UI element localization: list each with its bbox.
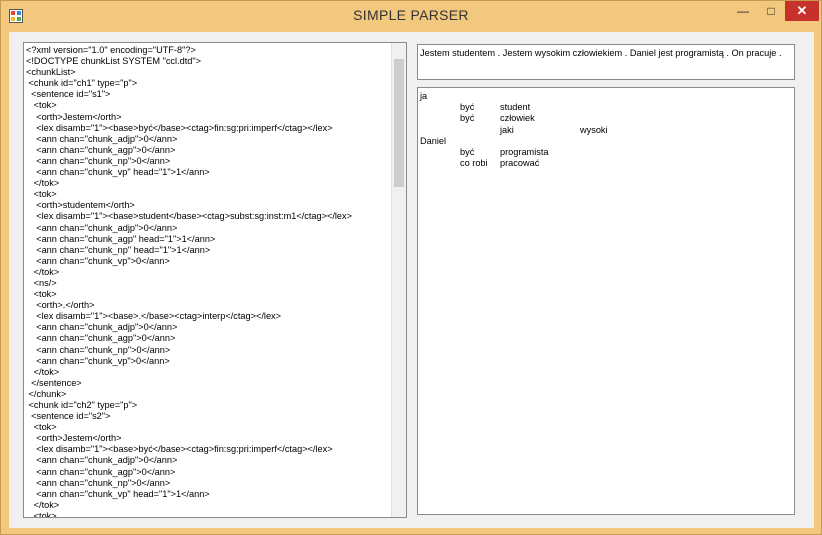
minimize-button[interactable]: — <box>729 1 757 21</box>
xml-line: <tok> <box>26 510 57 518</box>
xml-line: <orth>studentem</orth> <box>26 200 135 211</box>
parse-output-cell: co robi <box>460 158 488 169</box>
xml-line: <ann chan="chunk_adjp">0</ann> <box>26 133 178 144</box>
xml-line: <chunk id="ch1" type="p"> <box>26 78 138 89</box>
xml-line: </tok> <box>26 178 60 189</box>
xml-line: <ann chan="chunk_np">0</ann> <box>26 344 171 355</box>
parse-output-cell: człowiek <box>500 113 535 124</box>
xml-line: <chunk id="ch2" type="p"> <box>26 400 138 410</box>
xml-line: <ann chan="chunk_np">0</ann> <box>26 155 171 166</box>
xml-line: </tok> <box>26 266 60 277</box>
xml-vertical-scrollbar[interactable] <box>391 43 406 517</box>
xml-line: <orth>Jestem</orth> <box>26 433 122 444</box>
xml-line: <ann chan="chunk_vp" head="1">1</ann> <box>26 167 210 178</box>
xml-line: <lex disamb="1"><base>student</base><cta… <box>26 211 353 222</box>
parse-output-cell: być <box>460 102 475 113</box>
xml-line: <tok> <box>26 189 57 200</box>
title-bar[interactable]: SIMPLE PARSER — □ ✕ <box>1 1 821 31</box>
xml-line: <lex disamb="1"><base>być</base><ctag>fi… <box>26 444 333 455</box>
xml-line: <chunkList> <box>26 67 76 78</box>
parse-output-cell: być <box>460 113 475 124</box>
maximize-icon: □ <box>767 4 775 18</box>
app-window: SIMPLE PARSER — □ ✕ <?xml version="1.0" … <box>0 0 822 535</box>
xml-line: <?xml version="1.0" encoding="UTF-8"?> <box>26 45 196 55</box>
xml-line: <ann chan="chunk_adjp">0</ann> <box>26 222 178 233</box>
xml-line: <ann chan="chunk_agp">0</ann> <box>26 466 176 477</box>
parse-output-cell: być <box>460 147 475 157</box>
xml-content: <?xml version="1.0" encoding="UTF-8"?> <!… <box>26 45 386 518</box>
xml-line: </chunk> <box>26 388 67 399</box>
parse-output-cell: Daniel <box>420 135 447 146</box>
scrollbar-thumb[interactable] <box>394 59 404 187</box>
xml-line: <lex disamb="1"><base>być</base><ctag>fi… <box>26 122 333 133</box>
parse-output-cell: student <box>500 102 531 113</box>
xml-line: <ann chan="chunk_adjp">0</ann> <box>26 322 178 333</box>
close-icon: ✕ <box>796 3 808 18</box>
xml-line: <!DOCTYPE chunkList SYSTEM "ccl.dtd"> <box>26 56 202 67</box>
xml-line: <orth>Jestem</orth> <box>26 111 122 122</box>
xml-line: <lex disamb="1"><base>.</base><ctag>inte… <box>26 311 282 322</box>
parse-output-cell: wysoki <box>580 124 608 135</box>
parse-output-cell: jaki <box>500 124 514 135</box>
sentence-textbox[interactable]: Jestem studentem . Jestem wysokim człowi… <box>417 44 795 80</box>
xml-line: <ann chan="chunk_vp">0</ann> <box>26 255 170 266</box>
xml-line: </tok> <box>26 366 60 377</box>
xml-line: <ann chan="chunk_agp">0</ann> <box>26 333 176 344</box>
xml-textbox[interactable]: <?xml version="1.0" encoding="UTF-8"?> <!… <box>23 42 407 518</box>
minimize-icon: — <box>737 4 749 18</box>
window-title: SIMPLE PARSER <box>353 7 469 23</box>
parse-output-textbox[interactable]: ja być student być człowiek jaki wysoki Daniel b… <box>417 87 795 515</box>
xml-line: <ann chan="chunk_vp" head="1">1</ann> <box>26 488 210 499</box>
xml-line: </sentence> <box>26 377 82 388</box>
parse-output-cell: ja <box>420 91 428 101</box>
parse-output-cell: pracować <box>500 158 540 169</box>
xml-line: <ann chan="chunk_agp" head="1">1</ann> <box>26 233 216 244</box>
xml-line: <ann chan="chunk_agp">0</ann> <box>26 144 176 155</box>
xml-line: <tok> <box>26 422 57 433</box>
xml-line: </tok> <box>26 499 60 510</box>
close-button[interactable]: ✕ <box>785 1 819 21</box>
xml-line: <ann chan="chunk_np" head="1">1</ann> <box>26 244 211 255</box>
parse-output-cell: programista <box>500 147 549 157</box>
client-area: <?xml version="1.0" encoding="UTF-8"?> <!… <box>9 32 814 528</box>
sentence-text: Jestem studentem . Jestem wysokim człowi… <box>420 48 782 58</box>
xml-line: <ann chan="chunk_adjp">0</ann> <box>26 455 178 466</box>
xml-line: <tok> <box>26 100 57 111</box>
xml-line: <ns/> <box>26 277 57 288</box>
xml-line: <ann chan="chunk_np">0</ann> <box>26 477 171 488</box>
xml-line: <orth>.</orth> <box>26 300 95 311</box>
xml-line: <sentence id="s2"> <box>26 411 111 422</box>
xml-line: <tok> <box>26 289 57 300</box>
xml-line: <sentence id="s1"> <box>26 89 111 100</box>
maximize-button[interactable]: □ <box>757 1 785 21</box>
xml-line: <ann chan="chunk_vp">0</ann> <box>26 355 170 366</box>
